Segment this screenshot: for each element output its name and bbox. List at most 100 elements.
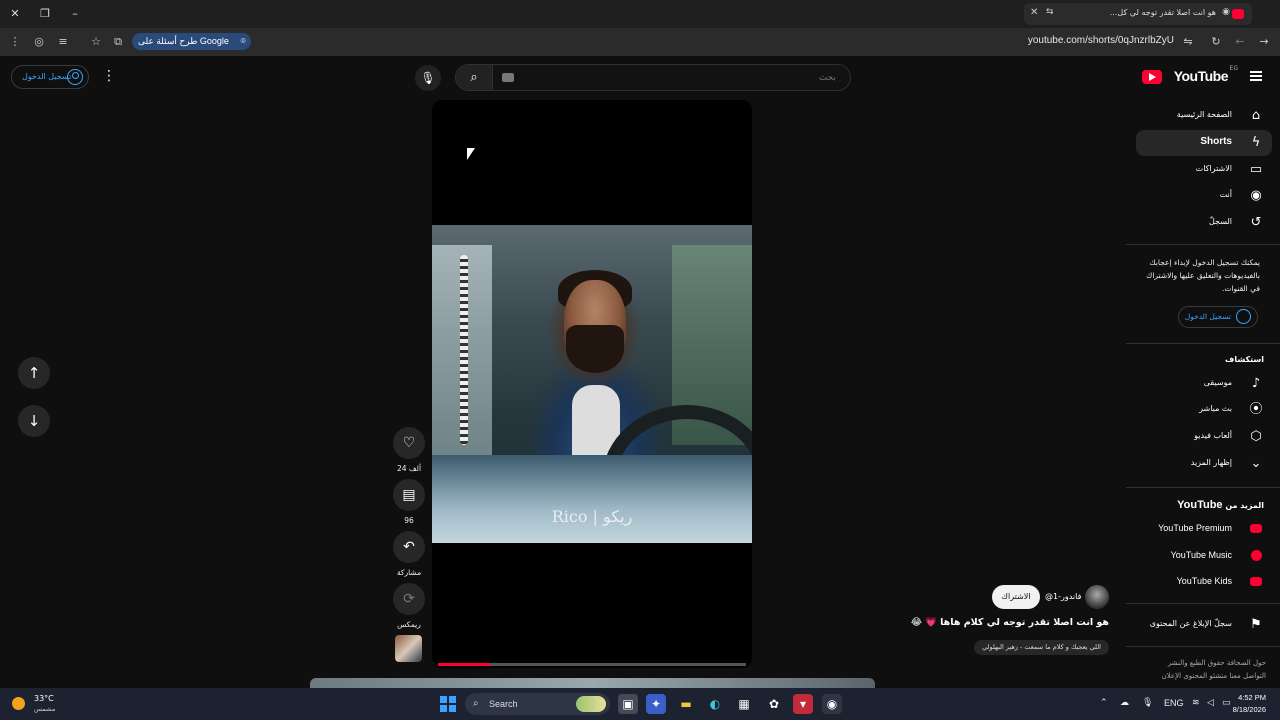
taskbar-search[interactable]: ⌕ Search: [465, 693, 610, 715]
sidebar-item-label: موسيقى: [1203, 378, 1232, 387]
site-settings-icon[interactable]: ⇋: [1180, 34, 1196, 50]
search-highlight-art: [576, 696, 606, 712]
account-icon: [67, 69, 83, 85]
shorts-player[interactable]: Rico | ريكو: [432, 100, 752, 668]
file-explorer-icon[interactable]: ▬: [676, 694, 696, 714]
share-button[interactable]: ↶: [393, 531, 425, 563]
music-icon: ♪: [1251, 376, 1261, 391]
signin-button[interactable]: تسجيل الدخول: [11, 65, 89, 89]
youtube-premium-icon: [1250, 524, 1262, 533]
more-from-prefix: المزيد من: [1225, 501, 1264, 510]
short-title[interactable]: هو انت اصلا تقدر توجه لي كلام هاها 💗 😂: [911, 617, 1109, 628]
onedrive-icon[interactable]: ☁: [1120, 698, 1129, 708]
taskbar-search-label: Search: [489, 699, 518, 709]
window-close-icon[interactable]: ✕: [7, 6, 23, 22]
sidebar-item-music[interactable]: ♪ موسيقى: [1136, 371, 1272, 397]
wifi-icon[interactable]: ≋: [1192, 698, 1200, 708]
guide-menu-icon[interactable]: [1250, 71, 1262, 81]
home-icon: ⌂: [1251, 108, 1261, 123]
sidebar-item-youtube-music[interactable]: YouTube Music: [1136, 543, 1272, 569]
like-button[interactable]: ♡: [393, 427, 425, 459]
browser-menu-icon[interactable]: ⋮: [7, 34, 23, 50]
channel-name[interactable]: @فاندور-1: [1045, 592, 1081, 601]
video-person: [566, 325, 624, 373]
subscribe-button[interactable]: الاشتراك: [992, 585, 1040, 609]
reading-list-icon[interactable]: ≡: [55, 34, 71, 50]
tab-share-icon[interactable]: ⇆: [1046, 7, 1054, 17]
back-icon[interactable]: →: [1256, 34, 1272, 50]
sidebar-item-youtube-premium[interactable]: YouTube Premium: [1136, 516, 1272, 542]
footer-links-2[interactable]: التواصل معنا منشئو المحتوى الإعلان: [1136, 670, 1266, 683]
next-short-button[interactable]: ↓: [18, 405, 50, 437]
task-view-icon[interactable]: ▣: [618, 694, 638, 714]
reload-icon[interactable]: ↻: [1208, 34, 1224, 50]
language-indicator[interactable]: ENG: [1164, 698, 1184, 708]
edge-icon[interactable]: ◐: [705, 694, 725, 714]
video-progress-bar[interactable]: [438, 663, 746, 666]
sidebar-show-more[interactable]: ⌄ إظهار المزيد: [1136, 451, 1272, 477]
sound-thumbnail[interactable]: [395, 635, 422, 662]
microphone-tray-icon[interactable]: 🎙: [1142, 698, 1153, 708]
window-restore-icon[interactable]: ❐: [37, 6, 53, 22]
channel-avatar[interactable]: [1085, 585, 1109, 609]
previous-short-button[interactable]: ↑: [18, 357, 50, 389]
voice-search-button[interactable]: 🎙: [415, 65, 441, 91]
google-ask-chip[interactable]: طرح أسئلة على Google ⌾: [132, 33, 251, 50]
divider: [1126, 603, 1280, 604]
settings-menu-icon[interactable]: ⋮: [102, 68, 116, 84]
comments-button[interactable]: ▤: [393, 479, 425, 511]
sidebar-item-live[interactable]: ⦿ بث مباشر: [1136, 397, 1272, 423]
sidebar-item-label: أنت: [1219, 190, 1232, 199]
browser-tab-active[interactable]: ◉ هو انت اصلا تقدر توجه لي كل... ⇆ ✕: [1024, 3, 1252, 25]
sidebar-item-label: ألعاب فيديو: [1194, 431, 1232, 440]
copilot-icon[interactable]: ✦: [646, 694, 666, 714]
sidebar-item-history[interactable]: ↺ السجلّ: [1136, 210, 1272, 236]
like-count: 24 ألف: [396, 464, 422, 473]
system-clock[interactable]: 4:52 PM 8/18/2026: [1233, 692, 1266, 716]
live-icon: ⦿: [1249, 402, 1263, 417]
tray-overflow-icon[interactable]: ⌃: [1100, 698, 1108, 708]
remix-button[interactable]: ⟳: [393, 583, 425, 615]
sidebar-item-report-history[interactable]: ⚑ سجلّ الإبلاغ عن المحتوى: [1136, 612, 1272, 638]
search-input[interactable]: [496, 67, 844, 88]
sidebar-item-home[interactable]: ⌂ الصفحة الرئيسية: [1136, 103, 1272, 129]
sidebar-signin-label: تسجيل الدخول: [1184, 312, 1231, 321]
chrome-icon[interactable]: ◉: [822, 694, 842, 714]
page-info-icon[interactable]: ⧉: [110, 34, 126, 50]
you-icon: ◉: [1250, 188, 1262, 203]
sidebar-item-you[interactable]: ◉ أنت: [1136, 183, 1272, 209]
url-field[interactable]: youtube.com/shorts/0qJnzrlbZyU: [1028, 35, 1174, 46]
divider: [1126, 487, 1280, 488]
youtube-header: تسجيل الدخول ⋮ 🎙 ⌕ YouTube EG: [0, 56, 1280, 100]
app-icon[interactable]: ▾: [793, 694, 813, 714]
sidebar-signin-button[interactable]: تسجيل الدخول: [1178, 306, 1258, 328]
sidebar-item-shorts[interactable]: ϟ Shorts: [1136, 130, 1272, 156]
forward-icon[interactable]: ←: [1232, 34, 1248, 50]
search-box: ⌕: [455, 64, 851, 91]
sidebar-item-subscriptions[interactable]: ▭ الاشتراكات: [1136, 157, 1272, 183]
sidebar-item-gaming[interactable]: ⬡ ألعاب فيديو: [1136, 424, 1272, 450]
sound-chip[interactable]: اللي يعجبك و كلام ما سمعت - زهير البهلول…: [974, 640, 1109, 655]
audio-playing-icon[interactable]: ◉: [1222, 7, 1230, 17]
comments-action: ▤ 96: [392, 479, 426, 525]
youtube-kids-icon: [1250, 577, 1262, 586]
window-minimize-icon[interactable]: –: [67, 6, 83, 22]
weather-temp: 33°C: [34, 694, 54, 703]
store-icon[interactable]: ▦: [734, 694, 754, 714]
sidebar-item-youtube-kids[interactable]: YouTube Kids: [1136, 569, 1272, 595]
short-title-text: هو انت اصلا تقدر توجه لي كلام هاها: [940, 617, 1109, 628]
video-dashboard: [432, 455, 752, 543]
tab-close-icon[interactable]: ✕: [1030, 7, 1038, 18]
footer-links-1[interactable]: حول الصحافة حقوق الطبع والنشر: [1136, 657, 1266, 670]
battery-icon[interactable]: ▭: [1222, 698, 1231, 708]
remix-action: ⟳ ريمكس: [392, 583, 426, 629]
remix-icon: ⟳: [403, 591, 415, 607]
extensions-icon[interactable]: ◎: [31, 34, 47, 50]
bookmark-star-icon[interactable]: ☆: [88, 34, 104, 50]
search-button[interactable]: ⌕: [456, 65, 493, 90]
chatgpt-icon[interactable]: ✿: [764, 694, 784, 714]
start-button-icon[interactable]: [440, 696, 456, 712]
sun-icon: [12, 697, 25, 710]
volume-icon[interactable]: ◁: [1207, 698, 1214, 708]
share-icon: ↶: [403, 539, 415, 555]
